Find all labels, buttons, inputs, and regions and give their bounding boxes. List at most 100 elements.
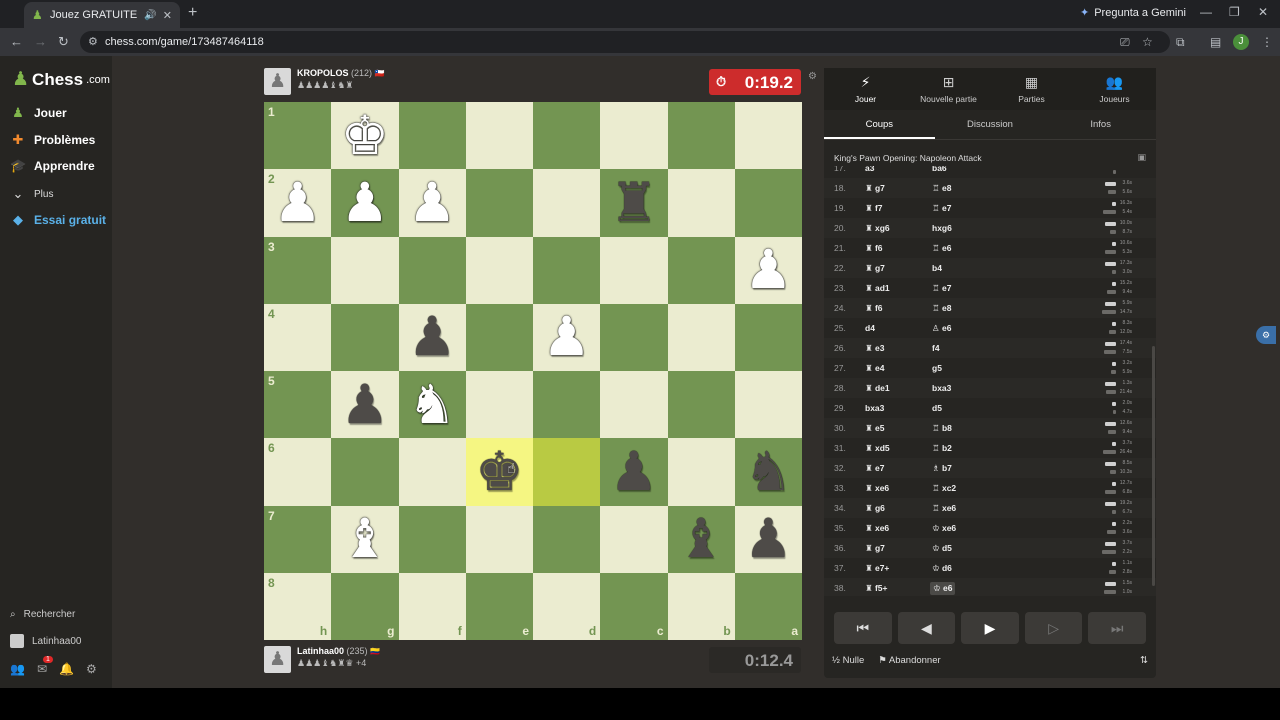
black-move[interactable]: ♙ e6 [932, 323, 951, 334]
resign-button[interactable]: ⚑ Abandonner [878, 655, 940, 666]
extensions-icon[interactable]: ⧉ [1176, 35, 1185, 50]
previous-move-button[interactable]: ◀ [897, 612, 956, 644]
board-square[interactable] [465, 303, 533, 371]
board-square[interactable]: ♟ [331, 371, 399, 439]
black-move[interactable]: ♖ e7 [932, 203, 951, 214]
white-move[interactable]: ♜ f6 [865, 243, 883, 254]
board-square[interactable]: ♟ [533, 303, 601, 371]
black-pawn-piece[interactable]: ♟ [610, 444, 658, 499]
board-square[interactable] [533, 438, 601, 506]
board-square[interactable] [331, 303, 399, 371]
black-move[interactable]: b4 [932, 263, 942, 273]
maximize-icon[interactable]: ❐ [1229, 5, 1240, 19]
subtab-moves[interactable]: Coups [824, 110, 935, 139]
move-list-scrollbar[interactable] [1152, 346, 1155, 586]
black-move[interactable]: f4 [932, 343, 940, 353]
board-settings-icon[interactable]: ⚙ [808, 71, 817, 82]
board-square[interactable] [734, 303, 802, 371]
black-move[interactable]: ♖ xc2 [932, 483, 956, 494]
black-move[interactable]: ♖ e8 [932, 183, 951, 194]
black-bishop-piece[interactable]: ♝ [677, 512, 725, 566]
black-move[interactable]: ♖ e6 [932, 243, 951, 254]
sidebar-item-play[interactable]: ♟ Jouer [10, 105, 67, 121]
white-move[interactable]: ♜ xd5 [865, 443, 890, 454]
white-move[interactable]: ♜ f6 [865, 303, 883, 314]
black-move[interactable]: ♖ b8 [932, 423, 952, 434]
board-square[interactable] [331, 438, 399, 506]
board-square[interactable]: ♟ [398, 303, 466, 371]
black-move[interactable]: ♖ e7 [932, 283, 951, 294]
black-rook-piece[interactable]: ♜ [610, 175, 658, 230]
board-square[interactable] [667, 236, 735, 304]
black-move[interactable]: ba6 [932, 166, 947, 173]
board-square[interactable]: ♟ [600, 438, 668, 506]
white-move[interactable]: ♜ g7 [865, 543, 885, 554]
board-square[interactable]: e [465, 572, 533, 640]
board-square[interactable]: g [331, 572, 399, 640]
board-square[interactable] [600, 236, 668, 304]
board-square[interactable] [533, 505, 601, 573]
sidebar-item-more[interactable]: ⌄ Plus [10, 186, 54, 202]
subtab-chat[interactable]: Discussion [935, 110, 1046, 139]
board-square[interactable]: d [533, 572, 601, 640]
board-square[interactable]: 4 [264, 303, 332, 371]
draw-button[interactable]: ½ Nulle [832, 655, 864, 666]
white-move[interactable]: ♜ e5 [865, 423, 884, 434]
white-bishop-piece[interactable]: ♝ [341, 512, 389, 566]
white-move[interactable]: ♜ ad1 [865, 283, 890, 294]
board-square[interactable]: ♟ [398, 169, 466, 237]
minimize-icon[interactable]: — [1200, 5, 1212, 19]
chess-logo[interactable]: ♟ Chess .com [12, 68, 110, 91]
board-square[interactable]: ♜ [600, 169, 668, 237]
play-moves-button[interactable]: ▶ [961, 612, 1019, 644]
board-square[interactable] [533, 169, 601, 237]
board-square[interactable]: ♚ [331, 102, 399, 170]
board-square[interactable] [465, 102, 533, 170]
black-pawn-piece[interactable]: ♟ [408, 310, 456, 364]
board-square[interactable] [465, 169, 533, 237]
tab-players[interactable]: 👥 Joueurs [1073, 68, 1156, 110]
extension-float-icon[interactable]: ⚙ [1256, 326, 1276, 344]
board-square[interactable] [734, 371, 802, 439]
subtab-info[interactable]: Infos [1045, 110, 1156, 139]
white-move[interactable]: a3 [865, 166, 874, 173]
first-move-button[interactable]: ⏮ [834, 612, 892, 644]
board-square[interactable]: 7 [264, 505, 332, 573]
board-square[interactable]: 2 ♟ [264, 169, 332, 237]
board-square[interactable]: a [734, 572, 802, 640]
board-square[interactable]: ♞ [734, 438, 802, 506]
white-move[interactable]: bxa3 [865, 403, 884, 413]
black-move[interactable]: ♔ d6 [932, 563, 952, 574]
white-king-piece[interactable]: ♚ [341, 108, 389, 163]
board-square[interactable]: 3 [264, 236, 332, 304]
white-move[interactable]: ♜ g6 [865, 503, 885, 514]
board-square[interactable]: f [398, 572, 466, 640]
white-move[interactable]: ♜ e4 [865, 363, 884, 374]
reload-icon[interactable]: ↻ [58, 34, 69, 50]
board-square[interactable]: ♟ [331, 169, 399, 237]
white-pawn-piece[interactable]: ♟ [744, 243, 792, 297]
board-square[interactable]: c [600, 572, 668, 640]
bell-icon[interactable]: 🔔 [59, 662, 74, 676]
user-link[interactable]: Latinhaa00 [10, 634, 82, 648]
last-move-button[interactable]: ⏭ [1088, 612, 1146, 644]
white-pawn-piece[interactable]: ♟ [341, 175, 389, 230]
gemini-button[interactable]: ✦ Pregunta a Gemini [1080, 6, 1186, 20]
white-move[interactable]: ♜ f7 [865, 203, 883, 214]
board-square[interactable]: 8h [264, 572, 332, 640]
profile-avatar[interactable]: J [1233, 34, 1249, 50]
black-pawn-piece[interactable]: ♟ [744, 512, 792, 566]
board-square[interactable] [398, 236, 466, 304]
board-square[interactable]: ♞ [398, 371, 466, 439]
black-move[interactable]: ♔ e6 [930, 582, 956, 595]
board-square[interactable] [331, 236, 399, 304]
white-move[interactable]: ♜ e3 [865, 343, 884, 354]
sidebar-item-free-trial[interactable]: ◆ Essai gratuit [10, 212, 106, 228]
board-square[interactable] [533, 236, 601, 304]
black-move[interactable]: ♗ b7 [932, 463, 952, 474]
chess-board[interactable]: 1 ♚ 2 ♟ ♟ ♟ ♜ 3 ♟ 4 ♟ ♟ 5 ♟ ♞ 6 ♚ ♟ ♞ 7 ♝ ♝ ♟ 8 h g f e d c b a [264, 102, 802, 640]
board-square[interactable] [667, 169, 735, 237]
black-pawn-piece[interactable]: ♟ [341, 377, 389, 432]
board-square[interactable]: 1 [264, 102, 332, 170]
back-icon[interactable]: ← [10, 34, 23, 49]
